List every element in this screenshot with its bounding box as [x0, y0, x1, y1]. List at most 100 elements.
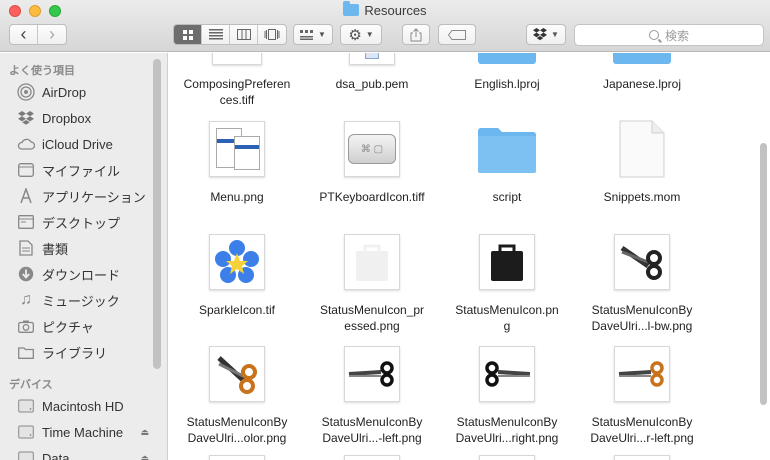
download-icon	[17, 265, 35, 283]
file-name: StatusMenuIconBy DaveUlri...olor.png	[186, 415, 288, 445]
sidebar-item-data[interactable]: Data ⏏	[17, 447, 157, 460]
file-item[interactable]: Japanese.lproj	[575, 53, 709, 123]
folder-icon	[613, 53, 671, 67]
applications-icon	[17, 187, 35, 205]
file-item[interactable]: script	[440, 120, 574, 220]
chevron-down-icon: ▼	[365, 30, 374, 39]
file-item[interactable]: ComposingPreferen ces.tiff	[170, 53, 304, 123]
file-thumbnail-icon	[613, 455, 671, 460]
folder-icon	[343, 1, 360, 16]
tag-icon	[448, 29, 466, 40]
sidebar-item-label: Data	[42, 450, 70, 460]
sidebar-favorites-header: よく使う項目	[9, 65, 75, 77]
eject-icon[interactable]: ⏏	[140, 453, 149, 460]
dropbox-icon	[533, 28, 548, 41]
file-item[interactable]: English.lproj	[440, 53, 574, 123]
documents-icon	[17, 239, 35, 257]
status-menu-icon	[478, 233, 536, 291]
file-item[interactable]: Menu.png	[170, 120, 304, 220]
sparkle-icon	[208, 233, 266, 291]
file-item[interactable]: StatusMenuIconBy DaveUlri...r-left.png	[575, 345, 709, 455]
airdrop-icon	[17, 83, 35, 101]
action-button[interactable]: ⚙ ▼	[340, 24, 382, 45]
window-toolbar: Resources ‹ › ▼ ⚙ ▼ ▼ 検索	[0, 0, 770, 52]
scissors-right-icon	[478, 345, 536, 403]
file-name: PTKeyboardIcon.tiff	[319, 190, 425, 204]
sidebar-devices-header: デバイス	[9, 379, 53, 391]
sidebar-item-my-files[interactable]: マイファイル	[17, 159, 157, 181]
back-button[interactable]: ‹	[10, 25, 38, 44]
list-icon	[208, 29, 223, 40]
search-field[interactable]: 検索	[574, 24, 764, 46]
file-name: StatusMenuIcon_pr essed.png	[319, 303, 425, 333]
file-item[interactable]: StatusMenuIconBy DaveUlri...l-bw.png	[575, 233, 709, 343]
share-button[interactable]	[402, 24, 430, 45]
nav-buttons: ‹ ›	[9, 24, 67, 45]
forward-button[interactable]: ›	[38, 25, 66, 44]
dropbox-icon	[17, 109, 35, 127]
file-item-partial[interactable]	[305, 455, 439, 460]
window-title-area: Resources	[0, 1, 770, 18]
chevron-down-icon: ▼	[551, 30, 559, 39]
music-icon: ♫	[20, 291, 32, 308]
sidebar-item-downloads[interactable]: ダウンロード	[17, 263, 157, 285]
sidebar-scrollbar[interactable]	[153, 59, 161, 369]
sidebar-item-label: AirDrop	[42, 84, 87, 100]
file-item[interactable]: dsa_pub.pem	[305, 53, 439, 123]
view-mode-selector	[173, 24, 287, 45]
sidebar-item-time-machine[interactable]: Time Machine ⏏	[17, 421, 157, 443]
file-item[interactable]: StatusMenuIcon_pr essed.png	[305, 233, 439, 343]
eject-icon[interactable]: ⏏	[140, 427, 149, 438]
sidebar-item-music[interactable]: ♫ ミュージック	[17, 289, 157, 311]
sidebar-item-applications[interactable]: アプリケーション	[17, 185, 157, 207]
file-item[interactable]: SparkleIcon.tif	[170, 233, 304, 343]
file-name: English.lproj	[474, 77, 540, 91]
arrange-button[interactable]: ▼	[293, 24, 333, 45]
tiff-thumbnail-icon	[208, 53, 266, 67]
file-name: StatusMenuIconBy DaveUlri...l-bw.png	[591, 303, 693, 333]
file-name: SparkleIcon.tif	[198, 303, 276, 317]
file-item[interactable]: StatusMenuIconBy DaveUlri...olor.png	[170, 345, 304, 455]
file-name: StatusMenuIconBy DaveUlri...r-left.png	[590, 415, 694, 445]
file-item-partial[interactable]	[440, 455, 574, 460]
search-placeholder: 検索	[664, 28, 689, 43]
sidebar-item-documents[interactable]: 書類	[17, 237, 157, 259]
disk-icon	[17, 449, 35, 460]
disk-icon	[17, 423, 35, 441]
sidebar-item-pictures[interactable]: ピクチャ	[17, 315, 157, 337]
file-name: StatusMenuIconBy DaveUlri...right.png	[455, 415, 559, 445]
scissors-left-icon	[343, 345, 401, 403]
column-view-button[interactable]	[230, 25, 258, 44]
file-item[interactable]: StatusMenuIconBy DaveUlri...right.png	[440, 345, 574, 455]
file-name: StatusMenuIconBy DaveUlri...-left.png	[321, 415, 423, 445]
folder-icon	[478, 120, 536, 178]
file-name: Japanese.lproj	[602, 77, 682, 91]
sidebar: よく使う項目 AirDrop Dropbox iCloud Drive マイファ…	[0, 53, 168, 460]
file-name: dsa_pub.pem	[335, 77, 409, 91]
sidebar-item-icloud-drive[interactable]: iCloud Drive	[17, 133, 157, 155]
sidebar-item-library[interactable]: ライブラリ	[17, 341, 157, 363]
sidebar-item-airdrop[interactable]: AirDrop	[17, 81, 157, 103]
file-item-partial[interactable]	[575, 455, 709, 460]
file-item[interactable]: ⌘ ▢ PTKeyboardIcon.tiff	[305, 120, 439, 220]
sidebar-item-desktop[interactable]: デスクトップ	[17, 211, 157, 233]
main-scrollbar[interactable]	[760, 143, 767, 405]
file-name: Menu.png	[210, 190, 264, 204]
search-icon	[648, 30, 659, 40]
sidebar-item-macintosh-hd[interactable]: Macintosh HD	[17, 395, 157, 417]
keyboard-icon: ⌘ ▢	[343, 120, 401, 178]
file-item[interactable]: StatusMenuIconBy DaveUlri...-left.png	[305, 345, 439, 455]
sidebar-item-dropbox[interactable]: Dropbox	[17, 107, 157, 129]
blank-document-icon	[613, 120, 671, 178]
file-item[interactable]: Snippets.mom	[575, 120, 709, 220]
icon-view-button[interactable]	[174, 25, 202, 44]
edit-tags-button[interactable]	[438, 24, 476, 45]
dropbox-menu-button[interactable]: ▼	[526, 24, 566, 45]
file-item[interactable]: StatusMenuIcon.pn g	[440, 233, 574, 343]
coverflow-view-button[interactable]	[258, 25, 286, 44]
list-view-button[interactable]	[202, 25, 230, 44]
file-thumbnail-icon	[343, 455, 401, 460]
file-item-partial[interactable]	[170, 455, 304, 460]
coverflow-icon	[264, 29, 280, 40]
arrange-icon	[300, 29, 314, 40]
